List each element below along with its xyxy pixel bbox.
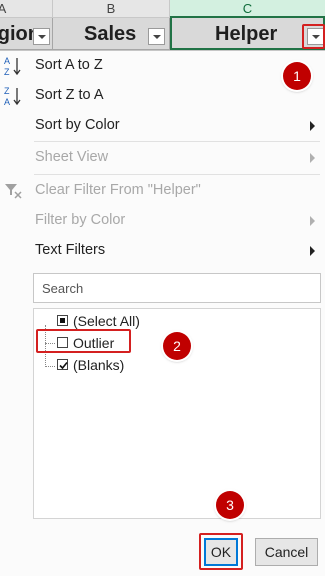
cancel-button[interactable]: Cancel xyxy=(255,538,318,566)
column-header-c[interactable]: C xyxy=(170,0,325,18)
sheet-view-label: Sheet View xyxy=(35,149,109,165)
step-1-badge: 1 xyxy=(283,62,311,90)
clear-filter-icon xyxy=(5,184,22,199)
submenu-arrow-icon xyxy=(310,121,315,131)
blanks-checkbox[interactable] xyxy=(57,359,68,370)
helper-header-text: Helper xyxy=(215,23,278,45)
svg-text:Z: Z xyxy=(4,86,10,96)
checkmark-icon xyxy=(59,361,68,370)
cell-border xyxy=(52,18,53,50)
sort-z-to-a-label: Sort Z to A xyxy=(35,87,104,103)
filter-by-color-label: Filter by Color xyxy=(35,212,126,228)
menu-item-clear-filter[interactable]: Clear Filter From "Helper" xyxy=(0,176,325,206)
sort-by-color-label: Sort by Color xyxy=(35,117,120,133)
sort-ascending-icon: A Z xyxy=(4,56,21,77)
submenu-arrow-icon xyxy=(310,216,315,226)
sales-header-cell: Sales xyxy=(84,18,144,50)
step-1-number: 1 xyxy=(293,68,301,84)
column-header-b[interactable]: B xyxy=(53,0,169,18)
tree-connector xyxy=(45,366,55,367)
column-header-a[interactable]: A xyxy=(0,0,52,18)
menu-item-sort-a-to-z[interactable]: A Z Sort A to Z xyxy=(0,51,325,81)
text-filters-label: Text Filters xyxy=(35,242,106,258)
menu-divider xyxy=(34,141,320,142)
search-input[interactable]: Search xyxy=(33,273,321,303)
submenu-arrow-icon xyxy=(310,153,315,163)
sort-descending-icon: Z A xyxy=(4,86,21,107)
menu-item-sheet-view[interactable]: Sheet View xyxy=(0,143,325,173)
ok-highlight-box xyxy=(199,533,243,570)
sales-filter-dropdown-button[interactable] xyxy=(148,28,165,45)
svg-text:A: A xyxy=(4,97,10,107)
select-all-label: (Select All) xyxy=(73,313,140,329)
column-letter-c: C xyxy=(242,1,253,16)
step-3-badge: 3 xyxy=(216,491,244,519)
outlier-highlight-box xyxy=(36,329,131,353)
blanks-label: (Blanks) xyxy=(73,357,125,373)
step-2-number: 2 xyxy=(173,338,181,354)
helper-header-cell: Helper xyxy=(215,18,295,50)
select-all-checkbox[interactable] xyxy=(57,315,68,326)
svg-text:Z: Z xyxy=(4,67,10,77)
menu-item-text-filters[interactable]: Text Filters xyxy=(0,236,325,266)
column-letter-b: B xyxy=(106,1,116,16)
step-2-badge: 2 xyxy=(163,332,191,360)
cancel-button-label: Cancel xyxy=(264,544,309,560)
menu-item-sort-z-to-a[interactable]: Z A Sort Z to A xyxy=(0,81,325,111)
svg-text:A: A xyxy=(4,56,10,66)
menu-item-sort-by-color[interactable]: Sort by Color xyxy=(0,111,325,141)
menu-divider xyxy=(34,174,320,175)
menu-item-filter-by-color[interactable]: Filter by Color xyxy=(0,206,325,236)
region-filter-dropdown-button[interactable] xyxy=(33,28,50,45)
search-placeholder: Search xyxy=(42,281,84,296)
submenu-arrow-icon xyxy=(310,246,315,256)
column-letter-a: A xyxy=(0,1,7,16)
sales-header-text: Sales xyxy=(84,23,137,45)
dropdown-highlight-box xyxy=(302,24,325,49)
sort-a-to-z-label: Sort A to Z xyxy=(35,57,103,73)
clear-filter-label: Clear Filter From "Helper" xyxy=(35,182,201,198)
list-item-blanks[interactable]: (Blanks) xyxy=(56,357,156,375)
step-3-number: 3 xyxy=(226,497,234,513)
